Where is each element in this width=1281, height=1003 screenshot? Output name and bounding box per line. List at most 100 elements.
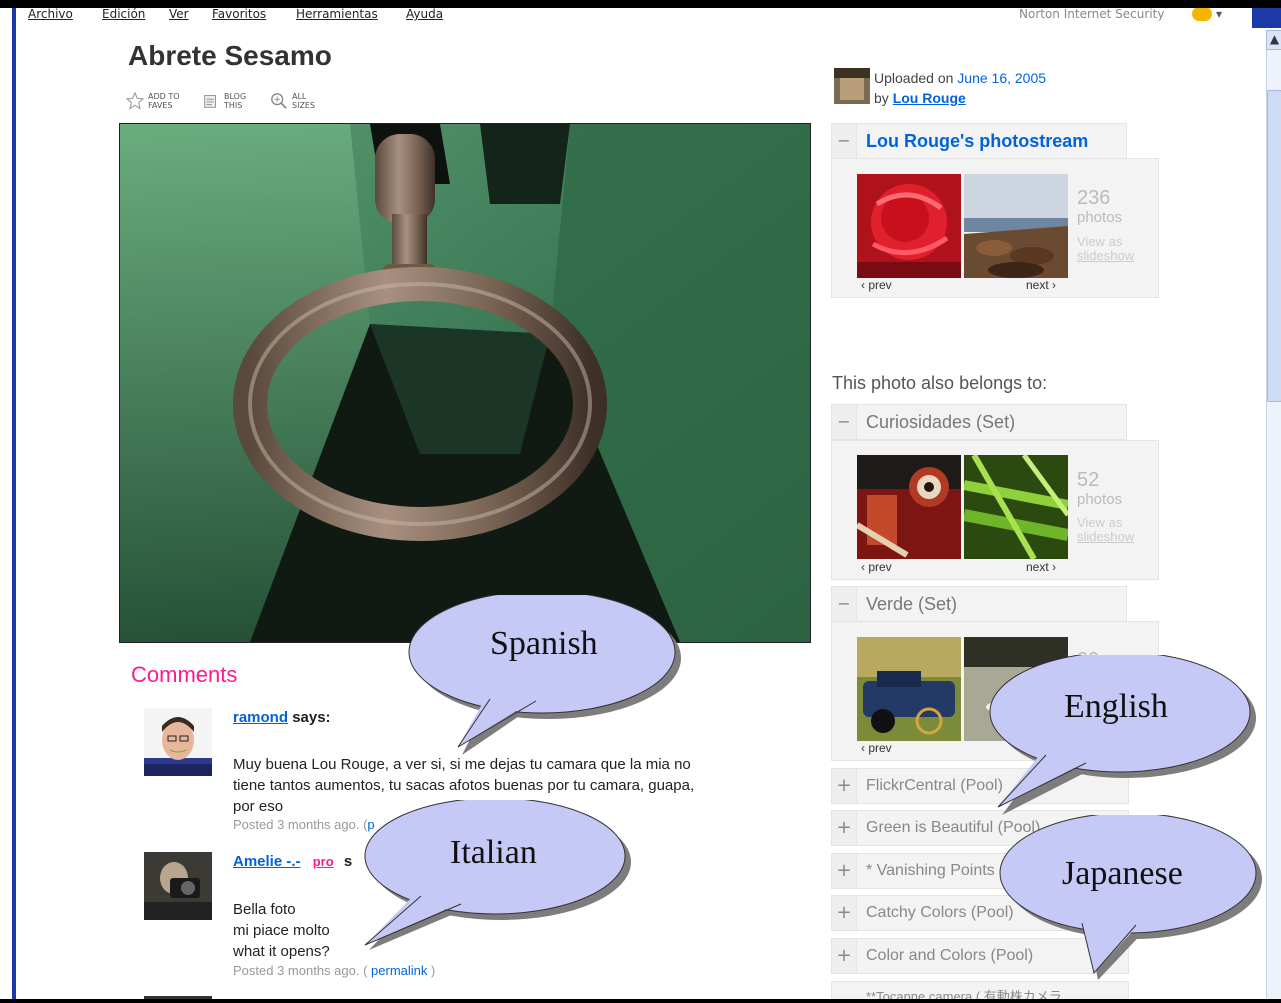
window-corner (1252, 8, 1281, 28)
chevron-down-icon[interactable]: ▾ (1216, 8, 1222, 21)
collapse-icon[interactable]: − (832, 587, 857, 621)
blog-this-button[interactable]: BLOG THIS (202, 92, 252, 110)
menu-herramientas[interactable]: Herramientas (296, 8, 378, 21)
comment-1-permalink[interactable]: p (367, 817, 374, 832)
photostream-prev-link[interactable]: ‹ prev (861, 278, 892, 292)
comment-2-meta-close: ) (431, 963, 436, 978)
menu-ver[interactable]: Ver (169, 8, 189, 21)
comment-2-meta: Posted 3 months ago. ( permalink ) (233, 963, 435, 978)
comment-1-meta: Posted 3 months ago. (p (233, 817, 375, 832)
window-left-edge (12, 8, 16, 1003)
slideshow-link[interactable]: slideshow (1077, 248, 1134, 263)
comment-2-body: Bella foto mi piace molto what it opens? (233, 899, 330, 962)
buddy-icon-image (834, 68, 870, 104)
set-curiosidades-header[interactable]: − Curiosidades (Set) (831, 404, 1127, 440)
key-photo-image (120, 124, 810, 642)
photostream-prev-thumb[interactable] (857, 174, 961, 278)
set-verde-count-number: 29 (1077, 649, 1100, 671)
pool-label[interactable]: * Vanishing Points (866, 854, 995, 888)
lake-image (964, 637, 1068, 741)
set-curiosidades-next-thumb[interactable] (964, 455, 1068, 559)
pool-label[interactable]: FlickrCentral (Pool) (866, 769, 1003, 803)
photostream-next-link[interactable]: next › (1026, 278, 1056, 292)
pro-badge[interactable]: pro (313, 854, 334, 869)
comment-2-posted: Posted 3 months ago. ( (233, 963, 368, 978)
expand-icon[interactable]: + (832, 769, 857, 803)
photostream-header[interactable]: − Lou Rouge's photostream (831, 123, 1127, 159)
pool-label[interactable]: Catchy Colors (Pool) (866, 896, 1014, 930)
window-bottom-edge (0, 999, 1281, 1003)
uploader-buddy-icon[interactable] (834, 68, 870, 104)
upload-info: Uploaded on June 16, 2005 by Lou Rouge (874, 68, 1046, 108)
vintage-car-image (857, 637, 961, 741)
comment-2-line: Bella foto (233, 901, 296, 918)
menu-bar: Archivo Edición Ver Favoritos Herramient… (16, 8, 1246, 26)
set-verde-label[interactable]: Verde (Set) (866, 587, 957, 621)
comments-heading: Comments (131, 662, 238, 687)
norton-toolbar-label[interactable]: Norton Internet Security (1019, 8, 1164, 21)
avatar-ramond[interactable] (144, 708, 212, 776)
set-curiosidades-label[interactable]: Curiosidades (Set) (866, 405, 1015, 439)
slideshow-link[interactable]: slideshow (1077, 529, 1134, 544)
comment-1-username-link[interactable]: ramond (233, 709, 288, 726)
avatar-image (144, 708, 212, 776)
main-photo-key[interactable] (119, 123, 811, 643)
blog-this-label: BLOG THIS (224, 92, 247, 110)
collapse-icon[interactable]: − (832, 124, 857, 158)
set-verde-next-thumb[interactable] (964, 637, 1068, 741)
set-verde-prev-link[interactable]: ‹ prev (861, 741, 892, 755)
menu-ayuda[interactable]: Ayuda (406, 8, 443, 21)
scroll-up-arrow-icon[interactable]: ▲ (1266, 30, 1281, 50)
menu-edicion[interactable]: Edición (102, 8, 145, 21)
set-curiosidades-prev-thumb[interactable] (857, 455, 961, 559)
uploader-link[interactable]: Lou Rouge (893, 90, 966, 106)
photostream-count-number: 236 (1077, 187, 1111, 209)
menu-archivo[interactable]: Archivo (28, 8, 73, 21)
set-verde-count: 29 (1077, 650, 1099, 670)
upload-date-link[interactable]: June 16, 2005 (957, 70, 1046, 86)
red-flower-image (857, 174, 961, 278)
all-sizes-button[interactable]: ALL SIZES (270, 92, 320, 110)
set-verde-header[interactable]: − Verde (Set) (831, 586, 1127, 622)
set-curiosidades-prev-link[interactable]: ‹ prev (861, 560, 892, 574)
photostream-title[interactable]: Lou Rouge's photostream (866, 124, 1088, 158)
blog-icon (204, 95, 216, 108)
pool-green-is-beautiful[interactable]: + Green is Beautiful (Pool) (831, 810, 1129, 846)
scrollbar-thumb[interactable] (1267, 90, 1281, 402)
pool-label[interactable]: Green is Beautiful (Pool) (866, 811, 1040, 845)
comment-2-username-link[interactable]: Amelie -.- (233, 853, 301, 870)
collapse-icon[interactable]: − (832, 405, 857, 439)
comment-1-line: Muy buena Lou Rouge, a ver si, si me dej… (233, 756, 691, 773)
expand-icon[interactable]: + (832, 896, 857, 930)
photostream-count: 236 photos (1077, 188, 1122, 228)
speech-bubble-italian (364, 800, 631, 950)
set-curiosidades-next-link[interactable]: next › (1026, 560, 1056, 574)
expand-icon[interactable]: + (832, 854, 857, 888)
norton-icon[interactable] (1192, 8, 1212, 21)
photostream-next-thumb[interactable] (964, 174, 1068, 278)
photostream-slideshow[interactable]: View as slideshow (1077, 235, 1134, 263)
view-as-label: View as (1077, 234, 1123, 249)
pool-catchy-colors[interactable]: + Catchy Colors (Pool) (831, 895, 1129, 931)
comment-1-header: ramond says: (233, 709, 331, 726)
menu-favoritos[interactable]: Favoritos (212, 8, 266, 21)
set-verde-prev-thumb[interactable] (857, 637, 961, 741)
pool-flickrcentral[interactable]: + FlickrCentral (Pool) (831, 768, 1129, 804)
expand-icon[interactable]: + (832, 811, 857, 845)
set-curiosidades-slideshow[interactable]: View as slideshow (1077, 516, 1134, 544)
expand-icon[interactable]: + (832, 939, 857, 973)
comment-1-line: tiene tantos aumentos, tu sacas afotos b… (233, 777, 695, 794)
zoom-icon (271, 93, 287, 109)
comment-2-line: mi piace molto (233, 922, 330, 939)
comment-2-line: what it opens? (233, 943, 330, 960)
set-curiosidades-count: 52 photos (1077, 470, 1122, 510)
add-to-faves-label: ADD TO FAVES (148, 92, 180, 110)
pool-color-and-colors[interactable]: + Color and Colors (Pool) (831, 938, 1129, 974)
set-curiosidades-count-unit: photos (1077, 491, 1123, 508)
pool-label[interactable]: Color and Colors (Pool) (866, 939, 1033, 973)
view-as-label: View as (1077, 515, 1123, 530)
comment-2-permalink[interactable]: permalink (371, 963, 427, 978)
add-to-faves-button[interactable]: ADD TO FAVES (126, 92, 184, 110)
callout-japanese: Japanese (1062, 855, 1183, 892)
avatar-amelie[interactable] (144, 852, 212, 920)
